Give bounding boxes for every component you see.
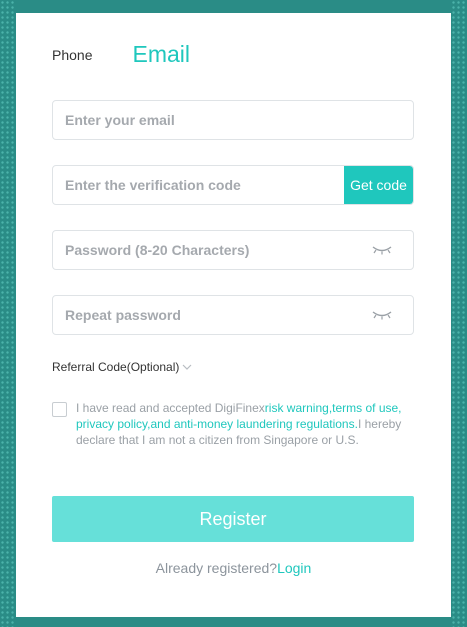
- repeat-password-input[interactable]: [53, 296, 371, 334]
- verification-code-input[interactable]: [53, 166, 344, 204]
- terms-of-use-link[interactable]: terms of use,: [332, 401, 401, 415]
- verification-code-wrapper: Get code: [52, 165, 414, 205]
- referral-code-toggle[interactable]: Referral Code(Optional): [52, 360, 192, 374]
- password-field-wrapper: [52, 230, 414, 270]
- repeat-password-wrapper: [52, 295, 414, 335]
- tab-phone[interactable]: Phone: [52, 47, 92, 63]
- agreement-checkbox[interactable]: [52, 402, 67, 417]
- agreement-row: I have read and accepted DigiFinexrisk w…: [52, 400, 414, 448]
- email-input[interactable]: [53, 101, 413, 139]
- risk-warning-link[interactable]: risk warning,: [265, 401, 332, 415]
- chevron-down-icon: [182, 364, 192, 370]
- password-input[interactable]: [53, 231, 371, 269]
- login-prompt-row: Already registered?Login: [16, 560, 451, 576]
- email-field-wrapper: [52, 100, 414, 140]
- eye-closed-icon[interactable]: [371, 244, 393, 256]
- agreement-text: I have read and accepted DigiFinexrisk w…: [76, 400, 414, 448]
- aml-regulations-link[interactable]: and anti-money laundering regulations.: [150, 417, 357, 431]
- referral-code-label: Referral Code(Optional): [52, 360, 180, 374]
- register-button[interactable]: Register: [52, 496, 414, 542]
- background-pattern-right: [451, 0, 467, 627]
- get-code-button[interactable]: Get code: [344, 166, 413, 204]
- eye-closed-icon[interactable]: [371, 309, 393, 321]
- background-pattern-left: [0, 0, 16, 627]
- privacy-policy-link[interactable]: privacy policy,: [76, 417, 150, 431]
- tab-email[interactable]: Email: [132, 41, 190, 68]
- login-link[interactable]: Login: [277, 560, 311, 576]
- register-card: Phone Email Get code: [16, 13, 451, 617]
- login-method-tabs: Phone Email: [52, 41, 190, 68]
- login-prompt-text: Already registered?: [155, 560, 278, 576]
- agreement-prefix: I have read and accepted DigiFinex: [76, 401, 265, 415]
